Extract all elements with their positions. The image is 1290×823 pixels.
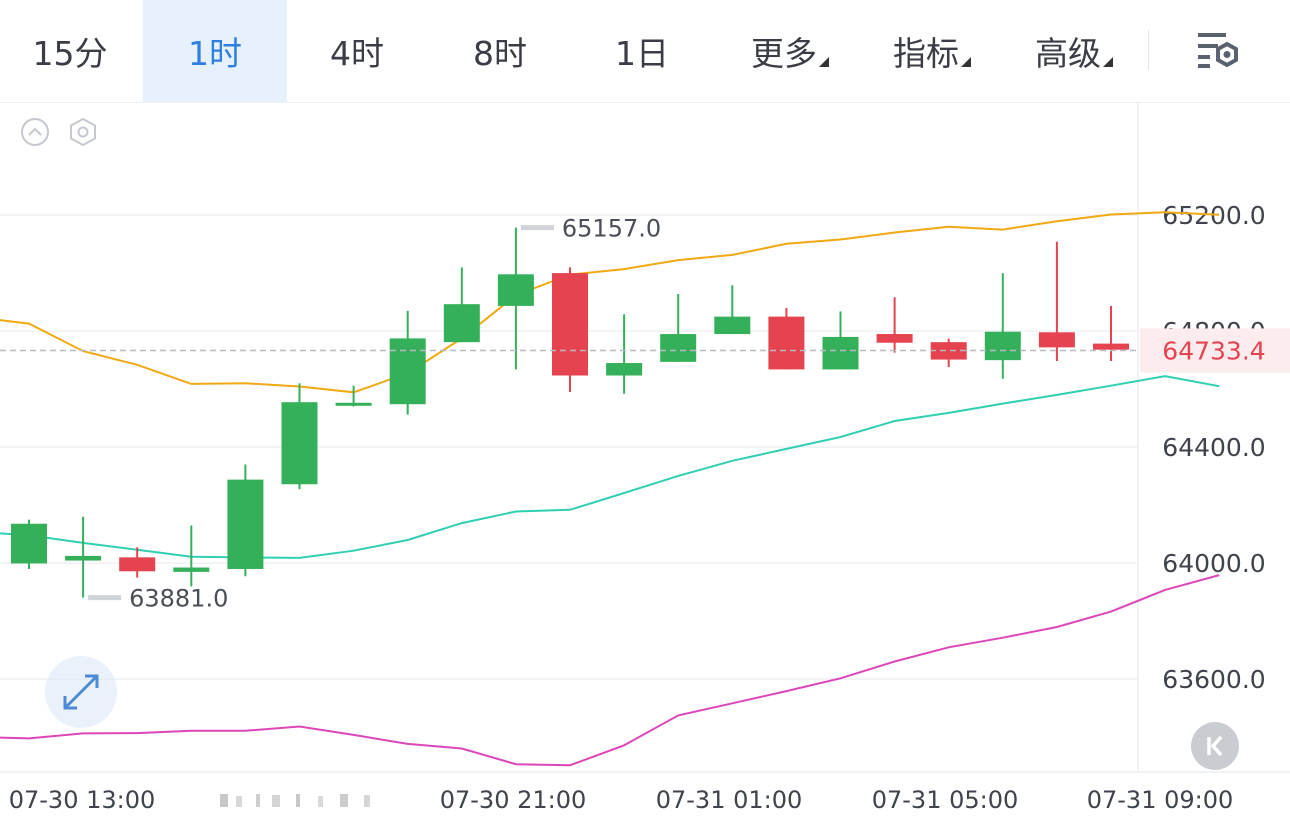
tab-label: 1日 [615,34,669,73]
y-tick-label: 64400.0 [1162,433,1265,462]
x-tick-label: 07-31 01:00 [656,786,803,814]
candle-down [552,267,588,393]
candle-body [660,334,697,362]
candle-body [606,363,643,376]
tab-1day[interactable]: 1日 [572,0,712,102]
last-price-indicator: 64733.4 [0,328,1290,373]
candles [11,227,1129,598]
y-tick-label: 64000.0 [1162,549,1265,578]
middle-band-line [0,375,1220,559]
tab-label: 更多 [751,34,817,73]
tab-label: 1时 [188,34,242,73]
candle-body [1038,332,1075,348]
candle-up [65,516,102,598]
candle-body [173,567,210,572]
candle-up [660,294,697,362]
fullscreen-button[interactable] [45,656,117,728]
candle-down [876,297,913,353]
tab-label: 15分 [32,34,108,73]
candle-body [119,557,156,572]
scroll-to-latest-button[interactable] [1191,722,1239,770]
tab-advanced[interactable]: 高级 [1004,0,1144,102]
tab-4hour[interactable]: 4时 [287,0,427,102]
candle-up [606,314,643,394]
interval-toolbar: 15分 1时 4时 8时 1日 更多 指标 高级 [0,0,1290,103]
low-price-label: 63881.0 [129,585,228,613]
tab-8hour[interactable]: 8时 [430,0,570,102]
hexagon-gear-icon [70,117,96,147]
x-tick-label: 07-30 13:00 [9,786,156,814]
chart-settings-icon [1198,33,1238,68]
collapse-indicator-button[interactable] [20,117,50,147]
x-tick-label: 07-31 09:00 [1087,786,1234,814]
last-price-label: 64733.4 [1162,336,1265,365]
toolbar-divider [1148,30,1149,70]
candle-body [1093,343,1129,350]
indicator-settings-button[interactable] [68,117,98,147]
candle-body [335,402,372,406]
candle-up [984,273,1021,379]
caret-down-icon [961,57,971,67]
candle-body [497,274,534,306]
candle-body [443,304,480,343]
candle-body [227,479,264,569]
candle-up [497,227,534,370]
candle-down [1038,241,1075,362]
tab-1hour[interactable]: 1时 [143,0,287,102]
x-axis-labels: 07-30 13:00 07-30 21:00 07-31 01:00 07-31 0… [9,786,1234,814]
x-tick-label: 07-31 05:00 [872,786,1019,814]
chart-canvas: 65200.064800.064400.064000.063600.0 07-3… [0,102,1290,814]
chart-settings-button[interactable] [1192,30,1242,74]
bollinger-bands [0,211,1220,767]
candle-body [876,334,913,343]
candle-up [281,383,318,490]
candle-up [822,311,859,370]
candle-body [552,273,588,376]
chevron-up-icon [21,118,49,146]
y-tick-label: 63600.0 [1162,665,1265,694]
candle-body [768,316,805,370]
candle-down [768,307,805,370]
candle-up [389,310,426,415]
caret-down-icon [819,57,829,67]
x-tick-label: 07-30 21:00 [440,786,587,814]
candle-body [281,402,318,485]
expand-icon [63,674,99,710]
candle-body [389,338,426,405]
candle-body [822,336,859,370]
candle-body [984,331,1021,361]
tab-label: 高级 [1035,34,1101,73]
candlestick-chart[interactable]: 65200.064800.064400.064000.063600.0 07-3… [0,102,1290,819]
candle-up [714,285,751,335]
candle-up [227,464,264,577]
candle-down [930,338,967,368]
tab-15min[interactable]: 15分 [0,0,140,102]
candle-body [714,316,751,335]
jump-to-start-icon [1207,735,1223,757]
high-price-label: 65157.0 [562,215,661,243]
candle-down [1093,305,1129,362]
candle-body [65,555,102,561]
tab-label: 指标 [893,34,959,73]
y-axis-labels: 65200.064800.064400.064000.063600.0 [1162,201,1265,694]
tab-more[interactable]: 更多 [720,0,860,102]
candle-up [443,267,480,343]
y-tick-label: 65200.0 [1162,201,1265,230]
caret-down-icon [1103,57,1113,67]
candle-body [11,523,47,564]
tab-indicators[interactable]: 指标 [862,0,1002,102]
candle-up [11,519,47,569]
tab-label: 4时 [330,34,384,73]
tab-label: 8时 [473,34,527,73]
